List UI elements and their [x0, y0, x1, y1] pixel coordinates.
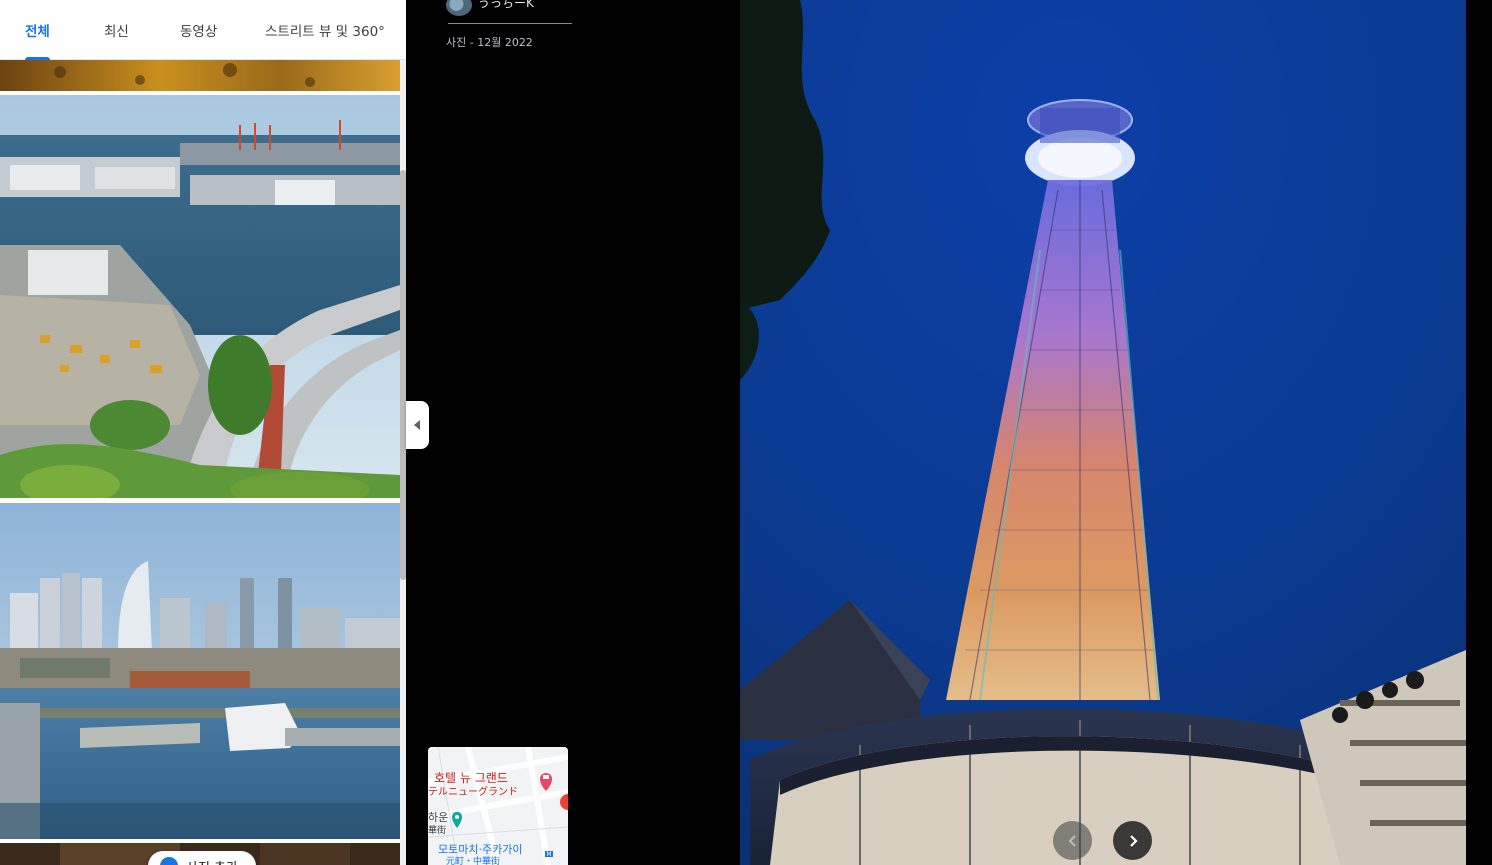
tab-video-label: 동영상 [180, 23, 218, 40]
next-photo-button[interactable] [1113, 821, 1152, 860]
photo-thumbnail[interactable] [0, 95, 400, 500]
map-area-label: 元町・中華街 [446, 857, 501, 865]
photo-thumbnail[interactable] [0, 503, 400, 841]
caret-left-icon [413, 420, 420, 430]
tab-street-view[interactable]: 스트리트 뷰 및 360° [265, 0, 385, 60]
divider [448, 23, 572, 24]
add-photo-label: 사진 추가 [186, 857, 238, 865]
map-hotel-label-jp: テルニューグランド [428, 787, 518, 798]
svg-text:M: M [546, 851, 551, 858]
avatar[interactable] [446, 0, 472, 16]
collapse-panel-button[interactable] [406, 401, 429, 449]
previous-photo-button[interactable] [1053, 821, 1092, 860]
tab-all-label: 전체 [25, 23, 50, 40]
chevron-right-icon [1129, 834, 1138, 847]
scrollbar-thumb[interactable] [400, 170, 406, 580]
photo-filter-tabs: 전체 최신 동영상 스트리트 뷰 및 360° [0, 0, 406, 60]
mini-map[interactable]: M 호텔 뉴 그랜드 テルニューグランド 하운 華街 모토마치·주카가이 元町・… [428, 747, 568, 865]
tab-all[interactable]: 전체 [25, 0, 50, 60]
tab-street-view-label: 스트리트 뷰 및 360° [265, 23, 385, 40]
contributor-name[interactable]: うっちーK [478, 0, 534, 11]
main-photo[interactable] [740, 0, 1466, 865]
tab-latest-label: 최신 [104, 23, 129, 40]
gallery-scrollbar[interactable] [400, 60, 406, 865]
viewer-edge [1466, 0, 1492, 865]
photo-thumbnail[interactable] [0, 60, 400, 93]
tab-video[interactable]: 동영상 [180, 0, 217, 60]
photo-viewer: 전체 최신 동영상 스트리트 뷰 및 360° うっちーK 사진 - 12월 2… [0, 0, 1492, 865]
add-photo-button[interactable]: 사진 추가 [148, 851, 256, 865]
photo-date: 사진 - 12월 2022 [446, 36, 533, 49]
tab-latest[interactable]: 최신 [104, 0, 129, 60]
photo-gallery-panel: 전체 최신 동영상 스트리트 뷰 및 360° [0, 0, 406, 865]
chevron-left-icon [1068, 834, 1076, 847]
add-photo-icon [160, 857, 178, 865]
photo-grid [0, 60, 400, 865]
map-partial-label2: 華街 [428, 826, 447, 836]
